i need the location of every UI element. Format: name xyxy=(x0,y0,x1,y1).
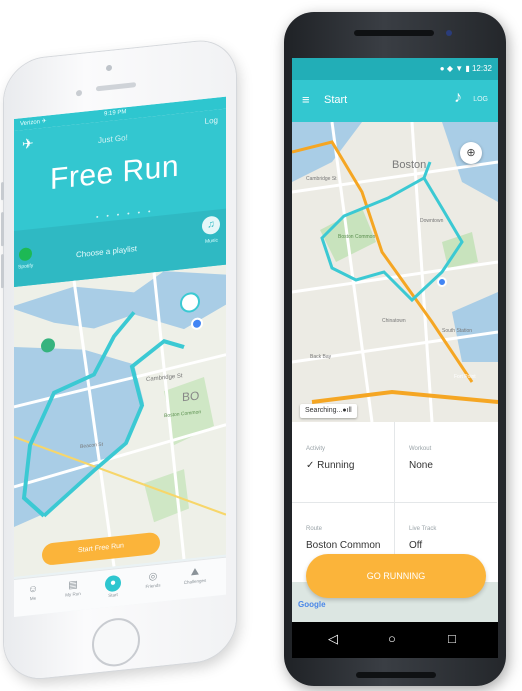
android-top-speaker xyxy=(354,30,434,36)
android-toolbar: ≡ Start ♪ LOG xyxy=(292,80,498,122)
map-label: Chinatown xyxy=(382,318,406,324)
google-logo: Google xyxy=(298,600,326,609)
map-label: BO xyxy=(182,389,199,405)
my-location-icon[interactable]: ⊕ xyxy=(460,142,482,164)
music-icon[interactable]: ♫ xyxy=(202,215,220,236)
workout-setting[interactable]: Workout None xyxy=(395,422,497,503)
setting-value: Boston Common xyxy=(306,540,381,551)
android-camera xyxy=(446,30,452,36)
map-label: Boston Common xyxy=(338,234,375,240)
spotify-label: Spotify xyxy=(18,262,34,271)
tab-my-run[interactable]: ▤ My Run xyxy=(58,578,88,598)
tab-label: Challenges xyxy=(183,577,207,586)
music-label: Music xyxy=(204,237,218,245)
volume-up-button xyxy=(1,212,4,247)
android-status-bar: ● ◆ ▼ ▮ 12:32 xyxy=(292,58,498,80)
mute-switch xyxy=(1,182,4,201)
activity-setting[interactable]: Activity ✓ Running xyxy=(292,422,395,503)
android-map[interactable]: Boston Cambridge St Boston Common Downto… xyxy=(292,122,498,422)
map-label: Boston xyxy=(392,159,426,171)
location-pin-icon: ● xyxy=(105,574,121,593)
volume-down-button xyxy=(1,254,4,289)
iphone-home-button[interactable] xyxy=(92,615,140,669)
recents-icon[interactable]: □ xyxy=(448,631,456,646)
android-bottom-speaker xyxy=(356,672,436,678)
iphone-earpiece xyxy=(96,82,136,92)
setting-value: None xyxy=(409,460,433,471)
tab-friends[interactable]: ◎ Friends xyxy=(138,570,168,590)
iphone-screen: Verizon ✈ 9:19 PM ✈ Just Go! Log Free Ru… xyxy=(14,96,226,617)
iphone-camera xyxy=(106,64,112,72)
header-subtitle: Just Go! xyxy=(98,132,128,146)
map-label: Downtown xyxy=(420,218,444,224)
hamburger-menu-icon[interactable]: ≡ xyxy=(302,92,310,107)
page-title: Free Run xyxy=(50,149,180,197)
setting-label: Live Track xyxy=(409,526,437,532)
map-label: Back Bay xyxy=(310,354,332,360)
toolbar-title: Start xyxy=(324,94,348,106)
runner-icon[interactable]: ✈ xyxy=(22,135,34,153)
tab-start[interactable]: ● Start xyxy=(98,574,128,599)
android-screen: ● ◆ ▼ ▮ 12:32 ≡ Start ♪ LOG Boston Cambr… xyxy=(292,58,498,658)
clipboard-icon: ▤ xyxy=(68,579,78,592)
smile-icon: ☺ xyxy=(27,583,39,596)
map-label: South Station xyxy=(442,328,472,334)
log-button[interactable]: LOG xyxy=(473,96,488,103)
go-running-button[interactable]: GO RUNNING xyxy=(306,554,486,598)
carrier-text: Verizon ✈ xyxy=(20,118,47,128)
setting-label: Route xyxy=(306,526,323,532)
friends-icon: ◎ xyxy=(148,570,158,583)
iphone-device: Verizon ✈ 9:19 PM ✈ Just Go! Log Free Ru… xyxy=(1,37,236,682)
status-time: 9:19 PM xyxy=(104,109,127,118)
status-icons: ● ◆ ▼ ▮ 12:32 xyxy=(439,64,492,73)
choose-playlist-button[interactable]: Choose a playlist xyxy=(76,244,137,259)
back-icon[interactable]: ◁ xyxy=(328,631,338,647)
android-nav-bar: ◁ ○ □ xyxy=(292,622,498,658)
gps-searching-badge: Searching...●ıll xyxy=(300,404,357,418)
tab-label: Start xyxy=(108,592,118,599)
log-button[interactable]: Log xyxy=(205,116,218,126)
android-device: ● ◆ ▼ ▮ 12:32 ≡ Start ♪ LOG Boston Cambr… xyxy=(284,12,506,686)
map-label: Fort Point xyxy=(454,374,476,380)
tab-label: My Run xyxy=(65,590,81,598)
setting-value: Off xyxy=(409,540,423,551)
iphone-front-camera xyxy=(76,89,82,97)
setting-label: Workout xyxy=(409,446,432,452)
music-note-icon[interactable]: ♪ xyxy=(454,89,462,107)
tab-label: Me xyxy=(29,595,37,602)
spotify-icon[interactable] xyxy=(19,247,32,262)
setting-value: ✓ Running xyxy=(306,460,355,471)
tab-me[interactable]: ☺ Me xyxy=(18,582,48,602)
iphone-map[interactable]: Cambridge St Boston Common BO Beacon St xyxy=(14,264,226,577)
tab-label: Friends xyxy=(145,582,161,590)
setting-label: Activity xyxy=(306,446,326,452)
map-label: Cambridge St xyxy=(306,176,337,182)
tab-challenges[interactable]: ⛰ Challenges xyxy=(180,565,210,585)
home-icon[interactable]: ○ xyxy=(388,631,396,646)
